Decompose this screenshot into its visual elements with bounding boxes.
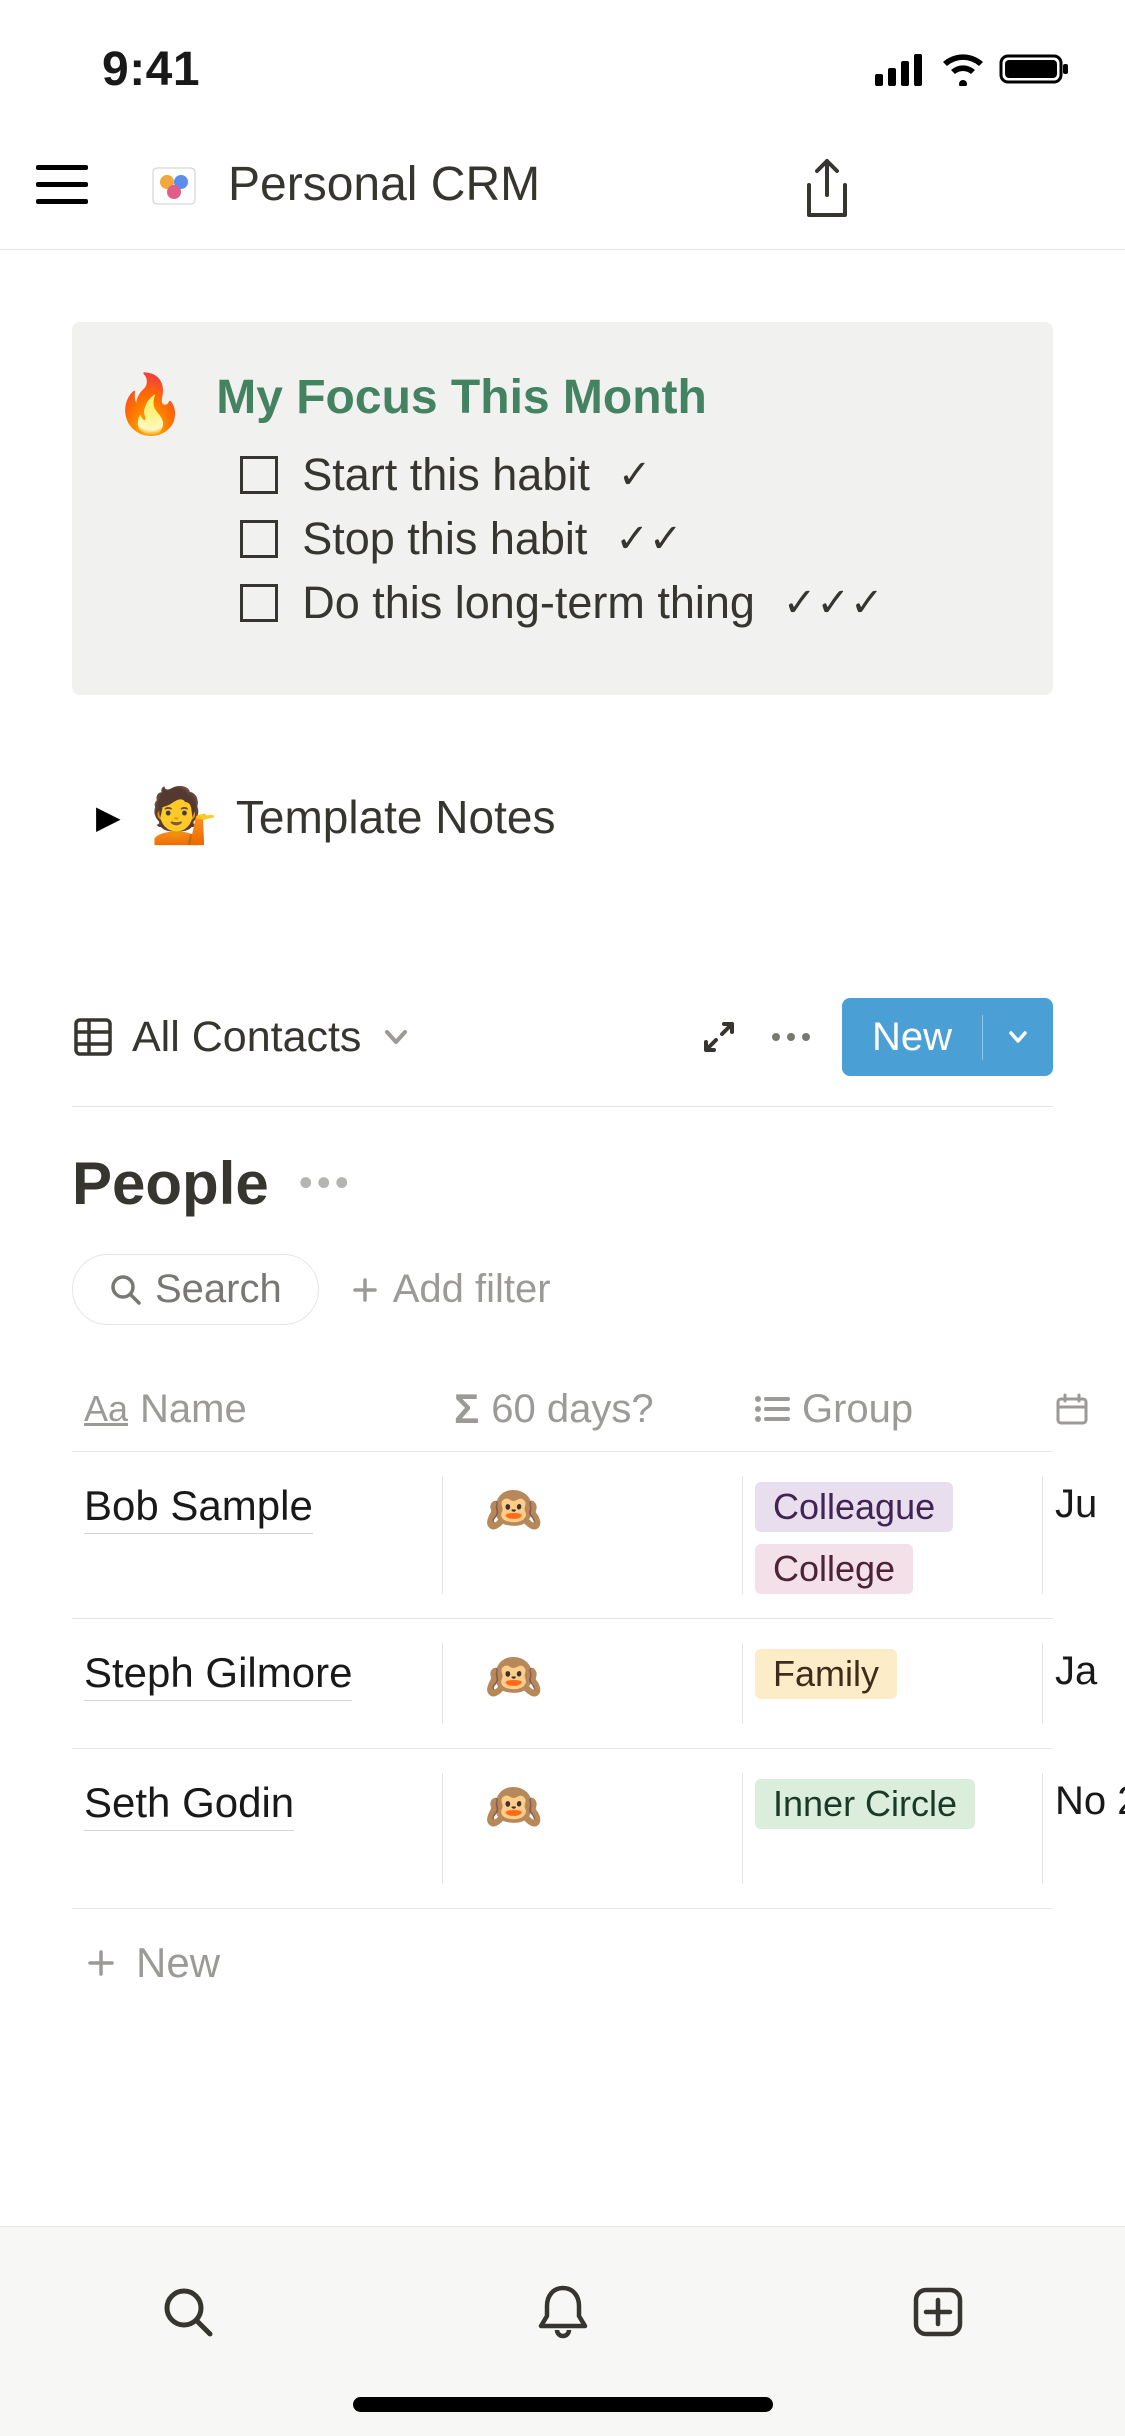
database-title-row: People ••• (72, 1149, 1053, 1218)
column-group[interactable]: Group (742, 1385, 1042, 1433)
view-selector[interactable]: All Contacts (72, 1013, 413, 1062)
column-date[interactable] (1042, 1385, 1125, 1433)
todo-text: Start this habit (302, 449, 590, 501)
sigma-icon: Σ (454, 1385, 479, 1433)
checkbox-icon[interactable] (240, 456, 278, 494)
new-button-label: New (842, 1015, 983, 1060)
callout-title: My Focus This Month (216, 370, 907, 425)
menu-button[interactable] (36, 155, 96, 215)
cell-name: Steph Gilmore (84, 1649, 352, 1701)
tag: Inner Circle (755, 1779, 975, 1829)
plus-icon (349, 1274, 381, 1306)
cell-date: No 20 (1055, 1779, 1125, 1824)
cell-date: Ja (1055, 1649, 1097, 1694)
column-label: Name (140, 1387, 247, 1432)
new-row-button[interactable]: New (72, 1909, 1053, 2017)
status-icons (875, 52, 1071, 86)
column-60days[interactable]: Σ 60 days? (442, 1385, 742, 1433)
cellular-icon (875, 52, 927, 86)
fire-icon: 🔥 (114, 376, 186, 641)
plus-icon (84, 1946, 118, 1980)
new-button[interactable]: New (842, 998, 1053, 1076)
cell-60days: 🙉 (455, 1779, 542, 1834)
page-icon[interactable] (144, 155, 204, 215)
todo-item[interactable]: Stop this habit ✓✓ (240, 513, 883, 565)
home-indicator[interactable] (353, 2397, 773, 2412)
search-icon (109, 1273, 143, 1307)
toggle-label: Template Notes (236, 790, 556, 844)
checkbox-icon[interactable] (240, 520, 278, 558)
table-row[interactable]: Steph Gilmore 🙉 Family Ja (72, 1619, 1053, 1749)
share-button[interactable] (799, 157, 855, 213)
nav-add-button[interactable] (908, 2282, 968, 2342)
check-icon: ✓✓✓ (783, 580, 884, 626)
nav-search-button[interactable] (158, 2282, 218, 2342)
todo-item[interactable]: Do this long-term thing ✓✓✓ (240, 577, 883, 629)
triangle-right-icon: ▶ (96, 798, 121, 836)
cell-60days: 🙉 (455, 1649, 542, 1704)
todo-text: Stop this habit (302, 513, 587, 565)
nav-notifications-button[interactable] (533, 2280, 593, 2344)
template-notes-toggle[interactable]: ▶ 💁 Template Notes (72, 785, 1053, 848)
check-icon: ✓✓ (615, 516, 682, 562)
todo-text: Do this long-term thing (302, 577, 755, 629)
column-label: Group (802, 1387, 913, 1432)
app-header: Personal CRM (0, 120, 1125, 250)
calendar-icon (1054, 1391, 1090, 1427)
chevron-down-icon[interactable] (983, 1024, 1053, 1050)
column-name[interactable]: Aa Name (72, 1385, 442, 1433)
cell-60days: 🙉 (455, 1482, 542, 1537)
new-row-label: New (136, 1939, 220, 1987)
todo-item[interactable]: Start this habit ✓ (240, 449, 883, 501)
contacts-table: Aa Name Σ 60 days? Group Bob Sample (72, 1385, 1053, 2017)
cell-name: Bob Sample (84, 1482, 313, 1534)
wifi-icon (939, 52, 987, 86)
table-row[interactable]: Bob Sample 🙉 Colleague College Ju (72, 1452, 1053, 1619)
status-time: 9:41 (54, 42, 200, 97)
checkbox-icon[interactable] (240, 584, 278, 622)
check-icon: ✓ (618, 452, 652, 498)
tag: Family (755, 1649, 897, 1699)
more-button[interactable] (770, 1016, 812, 1058)
filter-row: Search Add filter (72, 1254, 1053, 1325)
database-header: All Contacts New (72, 998, 1053, 1107)
add-filter-button[interactable]: Add filter (349, 1267, 551, 1312)
database-title[interactable]: People (72, 1149, 269, 1218)
list-icon (754, 1394, 790, 1424)
tag: Colleague (755, 1482, 953, 1532)
table-row[interactable]: Seth Godin 🙉 Inner Circle No 20 (72, 1749, 1053, 1909)
table-header: Aa Name Σ 60 days? Group (72, 1385, 1053, 1452)
battery-icon (999, 52, 1071, 86)
page-content: 🔥 My Focus This Month Start this habit ✓… (0, 250, 1125, 2017)
chevron-down-icon (379, 1020, 413, 1054)
text-icon: Aa (84, 1388, 128, 1430)
add-filter-label: Add filter (393, 1267, 551, 1312)
status-bar: 9:41 (0, 0, 1125, 120)
cell-group: Inner Circle (755, 1779, 975, 1829)
cell-group: Colleague College (755, 1482, 953, 1594)
search-label: Search (155, 1267, 282, 1312)
expand-button[interactable] (698, 1016, 740, 1058)
more-icon[interactable]: ••• (299, 1161, 353, 1206)
cell-name: Seth Godin (84, 1779, 294, 1831)
page-title: Personal CRM (228, 157, 540, 212)
table-icon (72, 1016, 114, 1058)
search-button[interactable]: Search (72, 1254, 319, 1325)
tag: College (755, 1544, 913, 1594)
view-label: All Contacts (132, 1013, 361, 1062)
cell-group: Family (755, 1649, 897, 1699)
cell-date: Ju (1055, 1482, 1097, 1527)
focus-callout[interactable]: 🔥 My Focus This Month Start this habit ✓… (72, 322, 1053, 695)
column-label: 60 days? (491, 1387, 653, 1432)
person-tipping-hand-icon: 💁 (151, 785, 218, 848)
